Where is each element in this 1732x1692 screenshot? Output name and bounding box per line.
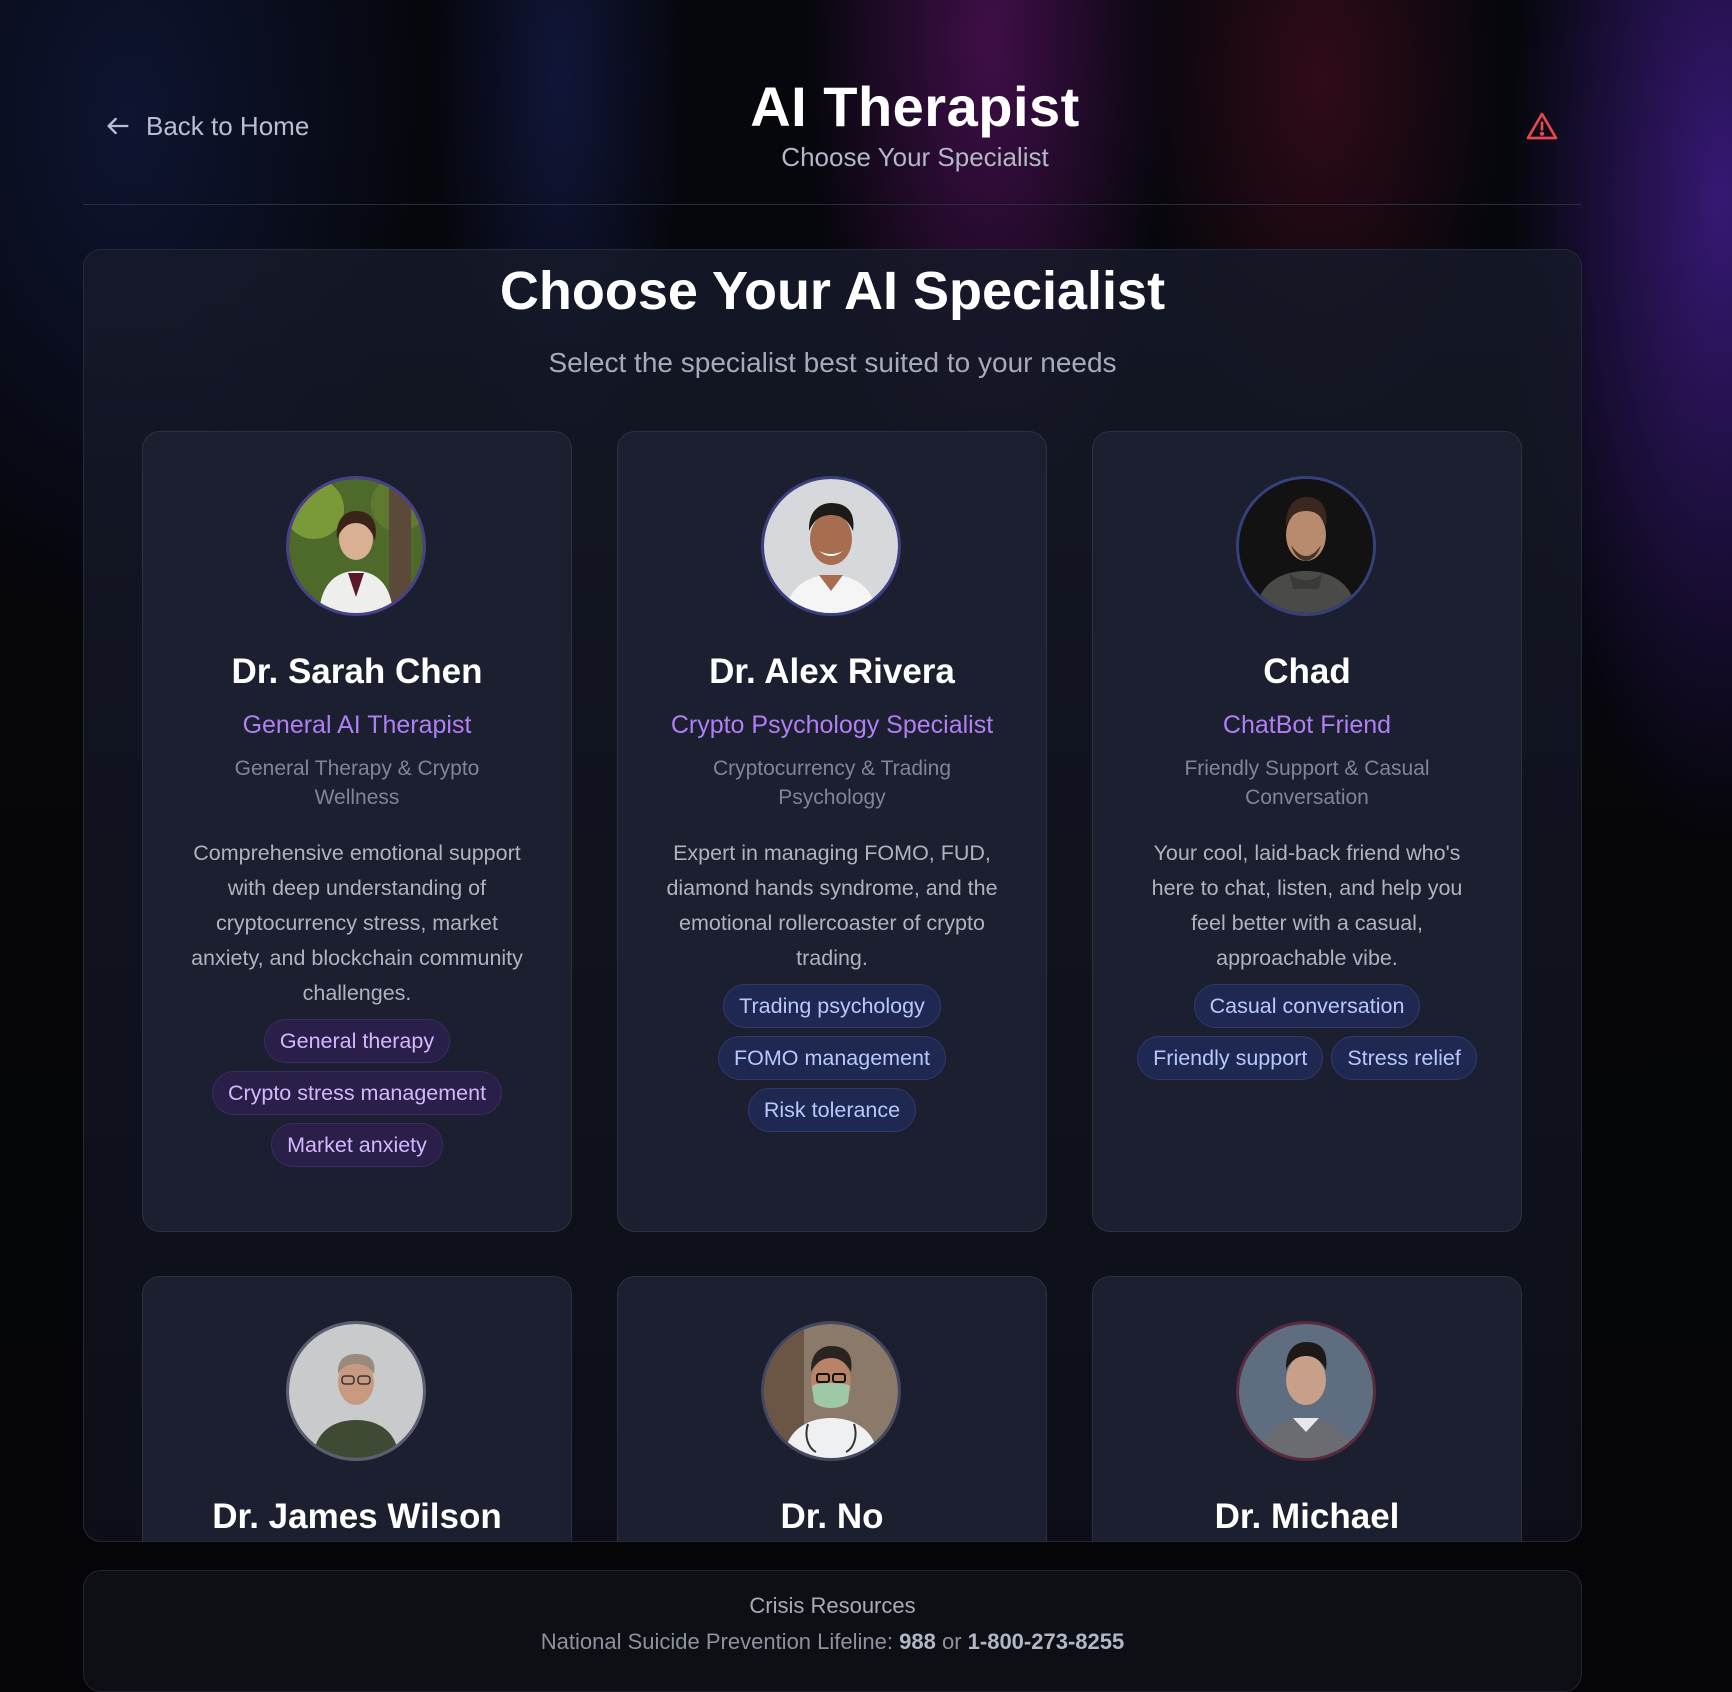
panel-subtitle: Select the specialist best suited to you… <box>548 347 1117 378</box>
crisis-title: Crisis Resources <box>749 1593 916 1618</box>
warning-triangle-icon <box>1526 112 1558 140</box>
avatar-dr-no <box>761 1321 901 1461</box>
specialist-role: General AI Therapist <box>242 711 472 739</box>
specialist-name: Dr. Sarah Chen <box>231 652 483 691</box>
specialist-tags: Casual conversation Friendly support Str… <box>1107 984 1507 1080</box>
specialist-panel: Choose Your AI Specialist Select the spe… <box>83 249 1582 1542</box>
tag: Friendly support <box>1137 1036 1324 1080</box>
specialist-focus: Friendly Support & Casual Conversation <box>1184 757 1430 809</box>
specialist-name: Dr. No <box>780 1497 884 1536</box>
specialist-description: Your cool, laid-back friend who's here t… <box>1151 841 1463 970</box>
specialist-role: Crypto Psychology Specialist <box>670 711 994 739</box>
specialist-description: Expert in managing FOMO, FUD, diamond ha… <box>666 841 998 970</box>
avatar-sarah-chen <box>286 476 426 616</box>
tag: Stress relief <box>1331 1036 1477 1080</box>
tag: Trading psychology <box>723 984 941 1028</box>
tag: Market anxiety <box>271 1123 443 1167</box>
specialist-focus: General Therapy & Crypto Wellness <box>234 757 480 809</box>
avatar-chad <box>1236 476 1376 616</box>
header-divider <box>83 204 1581 205</box>
specialist-card-sarah-chen[interactable]: Dr. Sarah Chen General AI Therapist Gene… <box>142 431 572 1232</box>
specialist-card-james-wilson[interactable]: Dr. James Wilson <box>142 1276 572 1541</box>
specialist-name: Dr. Alex Rivera <box>709 652 955 691</box>
tag: Casual conversation <box>1193 984 1421 1028</box>
avatar-dr-michael <box>1236 1321 1376 1461</box>
crisis-resources: Crisis Resources National Suicide Preven… <box>83 1570 1582 1692</box>
specialist-description: Comprehensive emotional support with dee… <box>191 841 523 1005</box>
crisis-alert-button[interactable] <box>1522 106 1562 146</box>
specialist-card-dr-michael[interactable]: Dr. Michael <box>1092 1276 1522 1541</box>
hotline-number-988[interactable]: 988 <box>899 1629 936 1654</box>
tag: Risk tolerance <box>747 1088 917 1132</box>
app-subtitle: Choose Your Specialist <box>781 142 1049 172</box>
specialist-tags: Trading psychology FOMO management Risk … <box>702 984 962 1132</box>
specialist-focus: Cryptocurrency & Trading Psychology <box>712 757 952 809</box>
specialist-card-dr-no[interactable]: Dr. No <box>617 1276 1047 1541</box>
specialist-card-alex-rivera[interactable]: Dr. Alex Rivera Crypto Psychology Specia… <box>617 431 1047 1232</box>
hotline-number-long[interactable]: 1-800-273-8255 <box>968 1629 1125 1654</box>
specialist-name: Chad <box>1263 652 1351 691</box>
hotline-label: National Suicide Prevention Lifeline: <box>540 1629 893 1654</box>
panel-title: Choose Your AI Specialist <box>499 261 1166 321</box>
app-title: AI Therapist <box>750 75 1080 138</box>
specialist-selection-page: Back to Home AI Therapist Choose Your Sp… <box>0 0 1732 1692</box>
specialist-name: Dr. James Wilson <box>212 1497 502 1536</box>
crisis-hotline: National Suicide Prevention Lifeline: 98… <box>84 1629 1581 1655</box>
tag: Crypto stress management <box>211 1071 503 1115</box>
avatar-james-wilson <box>286 1321 426 1461</box>
specialist-tags: General therapy Crypto stress management… <box>167 1019 547 1167</box>
tag: General therapy <box>263 1019 451 1063</box>
specialist-role: ChatBot Friend <box>1222 711 1392 739</box>
tag: FOMO management <box>718 1036 946 1080</box>
specialist-card-chad[interactable]: Chad ChatBot Friend Friendly Support & C… <box>1092 431 1522 1232</box>
avatar-alex-rivera <box>761 476 901 616</box>
hotline-or: or <box>941 1629 962 1654</box>
specialist-name: Dr. Michael <box>1214 1497 1400 1536</box>
